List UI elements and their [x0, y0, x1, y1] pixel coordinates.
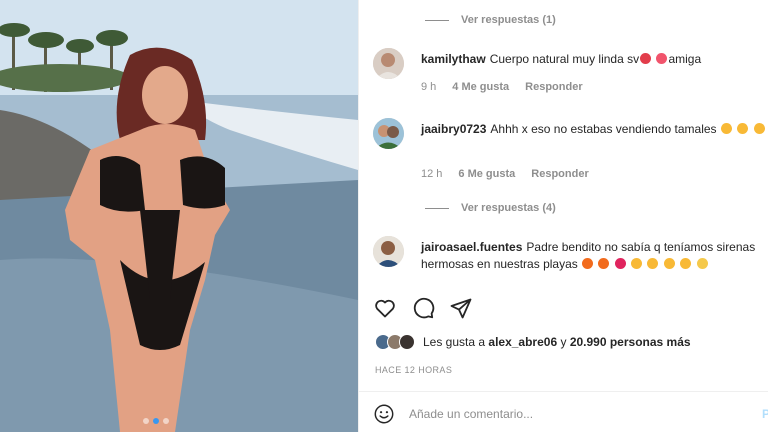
comment-likes[interactable]: 4 Me gusta [452, 81, 509, 93]
comment-body: Cuerpo natural muy linda sv [489, 52, 640, 66]
carousel-indicator [143, 418, 169, 424]
view-replies-label: Ver respuestas (4) [461, 202, 556, 214]
comment-username[interactable]: jairoasael.fuentes [421, 240, 522, 254]
heart-gift-emoji-icon [656, 53, 668, 64]
comment-username[interactable]: kamilythaw [421, 52, 486, 66]
action-bar [373, 296, 473, 320]
comment-text: jaaibry0723 Ahhh x eso no estabas vendien… [421, 121, 768, 138]
reply-button[interactable]: Responder [531, 168, 588, 180]
liker-avatar [399, 334, 415, 350]
post-button[interactable]: P [762, 407, 768, 421]
beach-photo-illustration [0, 0, 358, 432]
comment-likes[interactable]: 6 Me gusta [458, 168, 515, 180]
heart-eyes-emoji-icon [753, 123, 765, 134]
divider [359, 391, 768, 392]
comment-meta: 9 h 4 Me gusta Responder [421, 81, 583, 93]
comment-input[interactable] [409, 407, 729, 421]
liker-username[interactable]: alex_abre06 [488, 335, 557, 349]
add-comment-bar [373, 403, 729, 425]
heart-eyes-emoji-icon [631, 258, 643, 269]
comments-panel: Ver respuestas (1) kamilythaw Cuerpo natu… [358, 0, 768, 432]
post-timestamp[interactable]: HACE 12 HORAS [375, 365, 452, 375]
comment-list[interactable]: Ver respuestas (1) kamilythaw Cuerpo natu… [359, 0, 768, 282]
heart-eyes-emoji-icon [720, 123, 732, 134]
comment-body: Ahhh x eso no estabas vendiendo tamales [490, 122, 717, 136]
likes-conj: y [560, 335, 567, 349]
divider-line [425, 19, 449, 21]
avatar[interactable] [373, 48, 404, 79]
avatar[interactable] [373, 118, 404, 149]
avatar[interactable] [373, 236, 404, 267]
view-replies-link[interactable]: Ver respuestas (1) [425, 14, 556, 26]
comment-body-end: amiga [668, 52, 702, 66]
carousel-dot-active[interactable] [153, 418, 159, 424]
carousel-dot[interactable] [163, 418, 169, 424]
view-replies-label: Ver respuestas (1) [461, 14, 556, 26]
comment-time[interactable]: 9 h [421, 81, 436, 93]
raised-hands-emoji-icon [696, 258, 708, 269]
carousel-dot[interactable] [143, 418, 149, 424]
red-heart-emoji-icon [614, 258, 626, 269]
emoji-smiley-icon[interactable] [373, 403, 395, 425]
comment-text: jairoasael.fuentes Padre bendito no sabía… [421, 239, 768, 273]
post-photo[interactable] [0, 0, 358, 432]
fire-emoji-icon [582, 258, 594, 269]
comment-time[interactable]: 12 h [421, 168, 442, 180]
heart-eyes-emoji-icon [663, 258, 675, 269]
likes-text: Les gusta a alex_abre06 y 20.990 persona… [423, 335, 691, 349]
divider-line [425, 207, 449, 209]
heart-eyes-emoji-icon [737, 123, 749, 134]
heart-eyes-emoji-icon [647, 258, 659, 269]
likes-summary[interactable]: Les gusta a alex_abre06 y 20.990 persona… [375, 334, 691, 350]
likes-count[interactable]: 20.990 personas más [570, 335, 691, 349]
comment-meta: 12 h 6 Me gusta Responder [421, 168, 589, 180]
likes-prefix: Les gusta a [423, 335, 486, 349]
heart-icon[interactable] [373, 296, 397, 320]
view-replies-link[interactable]: Ver respuestas (4) [425, 202, 556, 214]
comment-text: kamilythaw Cuerpo natural muy linda sv am… [421, 51, 768, 68]
comment-icon[interactable] [411, 296, 435, 320]
fire-emoji-icon [598, 258, 610, 269]
comment-username[interactable]: jaaibry0723 [421, 122, 486, 136]
reply-button[interactable]: Responder [525, 81, 582, 93]
paper-plane-icon[interactable] [449, 296, 473, 320]
watermelon-emoji-icon [640, 53, 652, 64]
heart-eyes-emoji-icon [680, 258, 692, 269]
